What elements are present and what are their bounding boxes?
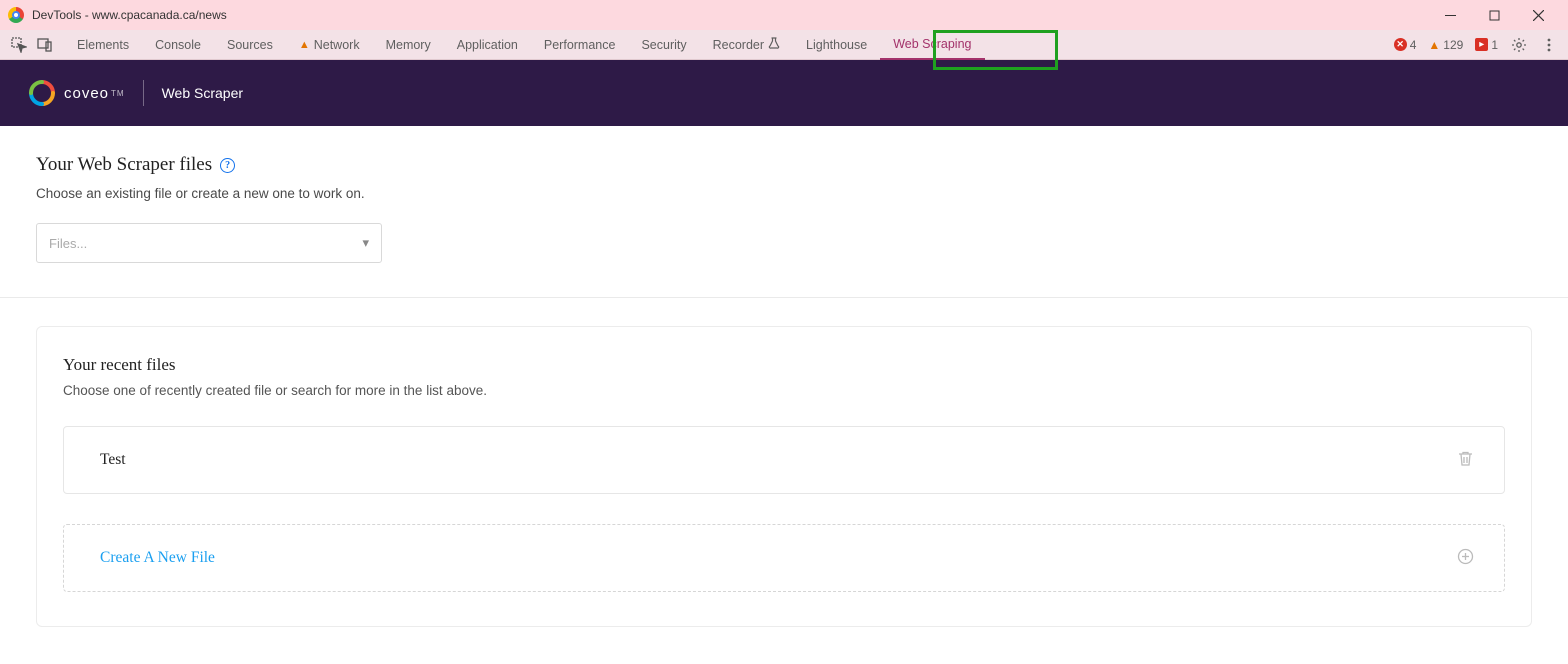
issues-badge[interactable]: ▸ 1 (1471, 38, 1502, 52)
tab-recorder[interactable]: Recorder (700, 30, 793, 60)
tab-network[interactable]: ▲Network (286, 30, 373, 60)
tab-web-scraping[interactable]: Web Scraping (880, 30, 984, 60)
window-close-button[interactable] (1516, 0, 1560, 30)
inspect-element-icon[interactable] (6, 32, 32, 58)
create-new-file-row[interactable]: Create A New File (63, 524, 1505, 592)
files-dropdown[interactable]: Files... ▾ (36, 223, 382, 263)
errors-badge[interactable]: ✕ 4 (1390, 38, 1421, 52)
devtools-tabs: Elements Console Sources ▲Network Memory… (64, 30, 985, 60)
recent-files-subtitle: Choose one of recently created file or s… (63, 383, 1505, 398)
delete-file-button[interactable] (1457, 450, 1474, 470)
issues-count: 1 (1491, 38, 1498, 52)
coveo-logo-text: coveoTM (64, 85, 125, 102)
plus-circle-icon (1457, 548, 1474, 568)
device-toolbar-icon[interactable] (32, 32, 58, 58)
page-title: Your Web Scraper files ? (36, 154, 1532, 176)
issue-icon: ▸ (1475, 38, 1488, 51)
page-subtitle: Choose an existing file or create a new … (36, 186, 1532, 201)
coveo-logo: coveoTM (28, 79, 125, 107)
recent-files-title: Your recent files (63, 355, 1505, 375)
app-title: Web Scraper (162, 85, 243, 101)
chrome-icon (8, 7, 24, 23)
devtools-toolbar: Elements Console Sources ▲Network Memory… (0, 30, 1568, 60)
tab-security[interactable]: Security (628, 30, 699, 60)
tab-memory[interactable]: Memory (373, 30, 444, 60)
tab-performance[interactable]: Performance (531, 30, 629, 60)
file-name: Test (100, 451, 126, 469)
window-titlebar: DevTools - www.cpacanada.ca/news (0, 0, 1568, 30)
warning-icon: ▲ (299, 39, 310, 51)
create-new-file-label: Create A New File (100, 549, 215, 567)
page-title-text: Your Web Scraper files (36, 154, 212, 176)
tab-application[interactable]: Application (444, 30, 531, 60)
window-title: DevTools - www.cpacanada.ca/news (32, 8, 227, 22)
help-icon[interactable]: ? (220, 158, 235, 173)
tab-lighthouse[interactable]: Lighthouse (793, 30, 880, 60)
warnings-count: 129 (1443, 38, 1463, 52)
section-divider (0, 297, 1568, 298)
file-row[interactable]: Test (63, 426, 1505, 494)
window-maximize-button[interactable] (1472, 0, 1516, 30)
errors-count: 4 (1410, 38, 1417, 52)
dropdown-placeholder: Files... (49, 236, 87, 251)
main-content: Your Web Scraper files ? Choose an exist… (0, 126, 1568, 655)
recent-files-card: Your recent files Choose one of recently… (36, 326, 1532, 627)
flask-icon (768, 37, 780, 52)
window-minimize-button[interactable] (1428, 0, 1472, 30)
settings-button[interactable] (1506, 32, 1532, 58)
header-divider (143, 80, 144, 106)
warnings-badge[interactable]: ▲ 129 (1424, 38, 1467, 52)
more-menu-button[interactable] (1536, 32, 1562, 58)
coveo-logo-icon (28, 79, 56, 107)
chevron-down-icon: ▾ (362, 235, 369, 251)
tab-sources[interactable]: Sources (214, 30, 286, 60)
tab-elements[interactable]: Elements (64, 30, 142, 60)
warning-icon: ▲ (1428, 38, 1440, 52)
tab-console[interactable]: Console (142, 30, 214, 60)
app-header: coveoTM Web Scraper (0, 60, 1568, 126)
error-icon: ✕ (1394, 38, 1407, 51)
